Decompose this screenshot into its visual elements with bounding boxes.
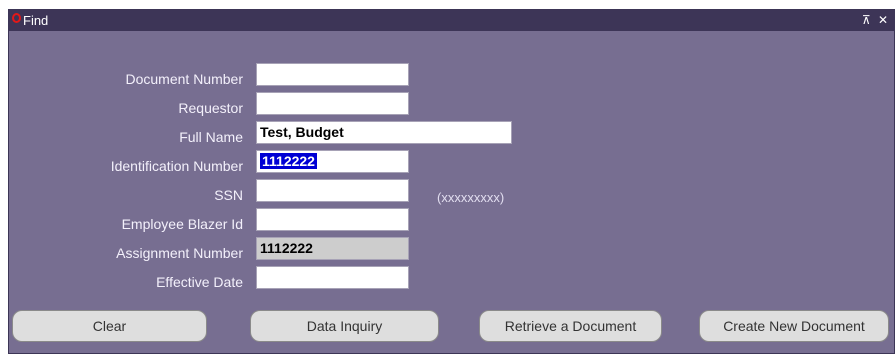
identification-number-value: 1112222: [260, 153, 317, 169]
window-title: Find: [23, 13, 49, 28]
oracle-icon: [12, 13, 21, 23]
employee-blazer-id-field[interactable]: [256, 208, 409, 231]
requestor-field[interactable]: [256, 92, 409, 115]
clear-button[interactable]: Clear: [12, 310, 207, 342]
label-assignment-number: Assignment Number: [116, 245, 243, 261]
data-inquiry-button[interactable]: Data Inquiry: [250, 310, 439, 342]
identification-number-field[interactable]: 1112222: [256, 150, 409, 173]
effective-date-field[interactable]: [256, 266, 409, 289]
window-controls[interactable]: ⊼ ✕: [862, 13, 890, 27]
retrieve-document-button[interactable]: Retrieve a Document: [479, 310, 662, 342]
label-full-name: Full Name: [179, 129, 243, 145]
ssn-field[interactable]: [256, 179, 409, 202]
label-employee-blazer-id: Employee Blazer Id: [121, 216, 243, 232]
document-number-field[interactable]: [256, 63, 409, 86]
title-bar: Find ⊼ ✕: [9, 10, 894, 31]
label-document-number: Document Number: [125, 71, 244, 87]
label-effective-date: Effective Date: [156, 274, 243, 290]
ssn-format-hint: (xxxxxxxxx): [437, 190, 505, 205]
find-window: Find ⊼ ✕ Document Number Requestor Full …: [8, 9, 895, 354]
create-new-document-button[interactable]: Create New Document: [699, 310, 889, 342]
label-identification-number: Identification Number: [110, 158, 243, 174]
full-name-field[interactable]: Test, Budget: [256, 121, 512, 144]
assignment-number-field: 1112222: [256, 237, 409, 260]
label-requestor: Requestor: [178, 100, 243, 116]
label-ssn: SSN: [214, 187, 243, 203]
